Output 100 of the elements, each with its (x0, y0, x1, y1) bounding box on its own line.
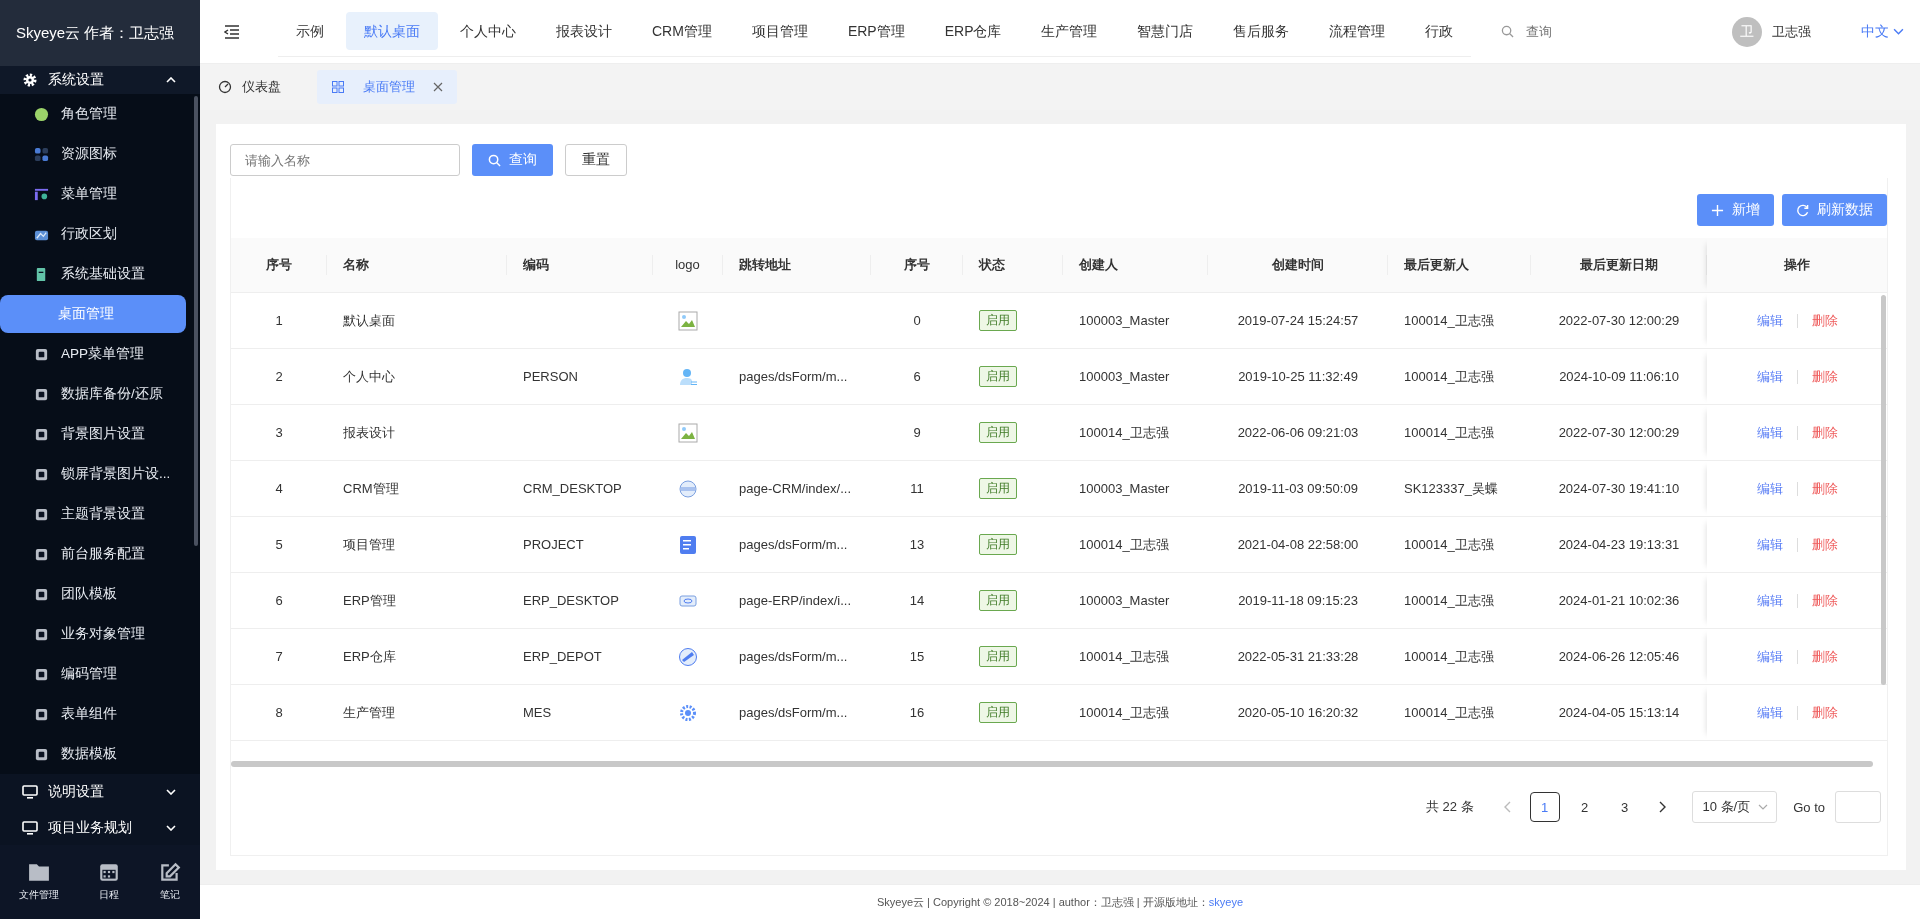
table-cell: 2024-10-09 11:06:10 (1559, 369, 1679, 384)
page-tab[interactable]: 桌面管理 (317, 70, 457, 104)
page-tab[interactable]: 仪表盘 (218, 70, 297, 104)
column-header: 序号 (871, 255, 963, 275)
table-cell: 100014_卫志强 (1404, 367, 1494, 386)
table-cell: 14 (909, 593, 925, 608)
table-cell: 2019-07-24 15:24:57 (1237, 313, 1359, 328)
calendar-icon (98, 862, 120, 882)
name-input[interactable]: 请输入名称 (230, 144, 460, 176)
nav-tab[interactable]: 默认桌面 (346, 12, 438, 50)
nav-tab[interactable]: CRM管理 (634, 12, 730, 50)
nav-tab[interactable]: 流程管理 (1311, 12, 1404, 50)
menu-item[interactable]: 菜单管理 (0, 174, 200, 214)
circle-icon (34, 106, 49, 122)
edit-link[interactable]: 编辑 (1756, 367, 1783, 386)
table-cell: 默认桌面 (343, 311, 395, 330)
status-tag: 启用 (979, 366, 1017, 387)
table-cell: 100014_卫志强 (1404, 423, 1494, 442)
dock-button[interactable]: 笔记 (150, 858, 189, 906)
menu-item[interactable]: 表单组件 (0, 694, 200, 734)
nav-tab[interactable]: 项目管理 (733, 12, 826, 50)
nav-tab[interactable]: 行政 (1407, 12, 1472, 50)
table-cell: CRM管理 (343, 479, 399, 498)
edit-link[interactable]: 编辑 (1756, 647, 1783, 666)
table-cell: 100003_Master (1079, 593, 1170, 608)
page-number[interactable]: 2 (1569, 792, 1600, 822)
page-number[interactable]: 1 (1529, 792, 1560, 822)
delete-link[interactable]: 删除 (1811, 647, 1838, 666)
menu-group[interactable]: 项目业务规划 (0, 810, 200, 845)
menu-item[interactable]: 编码管理 (0, 654, 200, 694)
delete-link[interactable]: 删除 (1811, 535, 1838, 554)
edit-link[interactable]: 编辑 (1756, 423, 1783, 442)
table-cell: ERP_DEPOT (523, 649, 602, 664)
edit-link[interactable]: 编辑 (1756, 479, 1783, 498)
search-icon (488, 153, 501, 167)
edit-link[interactable]: 编辑 (1756, 703, 1783, 722)
menu-icon[interactable] (224, 24, 240, 39)
delete-link[interactable]: 删除 (1811, 479, 1838, 498)
table-cell: 2022-05-31 21:33:28 (1237, 649, 1359, 664)
monitor-icon (22, 820, 38, 836)
menu-item[interactable]: 角色管理 (0, 94, 200, 134)
repository-link[interactable]: skyeye (1208, 896, 1244, 908)
menu-item[interactable]: 前台服务配置 (0, 534, 200, 574)
nav-tab[interactable]: 生产管理 (1023, 12, 1116, 50)
page-number[interactable]: 3 (1609, 792, 1640, 822)
reset-button[interactable]: 重置 (565, 144, 627, 176)
menu-item[interactable]: APP菜单管理 (0, 334, 200, 374)
table-cell: CRM_DESKTOP (523, 481, 622, 496)
footer-text: Skyeye云 | Copyright © 2018~2024 | author：卫志强 | 开源版地址： (876, 894, 1209, 910)
menu-item[interactable]: 背景图片设置 (0, 414, 200, 454)
nav-tab[interactable]: 智慧门店 (1119, 12, 1212, 50)
dock-button[interactable]: 日程 (90, 858, 128, 906)
table-cell: 2020-05-10 16:20:32 (1237, 705, 1359, 720)
close-icon[interactable] (433, 82, 443, 92)
goto-input[interactable] (1835, 791, 1881, 823)
table-cell: 100014_卫志强 (1404, 591, 1494, 610)
status-tag: 启用 (979, 590, 1017, 611)
edit-link[interactable]: 编辑 (1756, 535, 1783, 554)
menu-item[interactable]: 行政区划 (0, 214, 200, 254)
menu-item[interactable]: 主题背景设置 (0, 494, 200, 534)
table-cell: PERSON (523, 369, 578, 384)
table-cell: 13 (909, 537, 925, 552)
language-dropdown[interactable]: 中文 (1861, 22, 1904, 41)
table-cell: 2022-07-30 12:00:29 (1558, 313, 1680, 328)
table-cell: 2019-11-03 09:50:09 (1238, 481, 1358, 496)
menu-item[interactable]: 资源图标 (0, 134, 200, 174)
menu-group[interactable]: 系统设置 (0, 66, 200, 94)
delete-link[interactable]: 删除 (1811, 591, 1838, 610)
page-size-select[interactable]: 10 条/页 (1691, 791, 1778, 823)
nav-tab[interactable]: 售后服务 (1215, 12, 1308, 50)
table-cell: 2024-04-05 15:13:14 (1558, 705, 1680, 720)
table-cell: pages/dsForm/m... (739, 649, 848, 664)
table-cell: 2024-04-23 19:13:31 (1558, 537, 1680, 552)
monitor-icon (22, 784, 38, 800)
table-cell: 3 (275, 425, 283, 440)
delete-link[interactable]: 删除 (1811, 367, 1838, 386)
table-cell: 6 (913, 369, 921, 384)
menu-item[interactable]: 团队模板 (0, 574, 200, 614)
nav-tab[interactable]: ERP管理 (829, 12, 923, 50)
edit-link[interactable]: 编辑 (1756, 311, 1783, 330)
delete-link[interactable]: 删除 (1811, 311, 1838, 330)
menu-item[interactable]: 数据模板 (0, 734, 200, 774)
menu-item[interactable]: 业务对象管理 (0, 614, 200, 654)
delete-link[interactable]: 删除 (1811, 703, 1838, 722)
menu-item[interactable]: 数据库备份/还原 (0, 374, 200, 414)
nav-tab[interactable]: 示例 (278, 12, 342, 50)
menu-item[interactable]: 锁屏背景图片设... (0, 454, 200, 494)
nav-tab[interactable]: 报表设计 (538, 12, 630, 50)
menu-group[interactable]: 说明设置 (0, 774, 200, 810)
column-header: 状态 (963, 255, 1063, 275)
nav-tab[interactable]: ERP仓库 (926, 12, 1020, 50)
nav-tab[interactable]: 个人中心 (442, 12, 534, 50)
edit-link[interactable]: 编辑 (1756, 591, 1783, 610)
column-header: 创建时间 (1208, 255, 1388, 275)
dock-button[interactable]: 文件管理 (11, 858, 68, 906)
table-cell: page-CRM/index/... (739, 481, 851, 496)
next-icon[interactable] (1657, 801, 1666, 813)
delete-link[interactable]: 删除 (1811, 423, 1838, 442)
table-cell: 2022-06-06 09:21:03 (1237, 425, 1359, 440)
menu-item[interactable]: 系统基础设置 (0, 254, 200, 294)
